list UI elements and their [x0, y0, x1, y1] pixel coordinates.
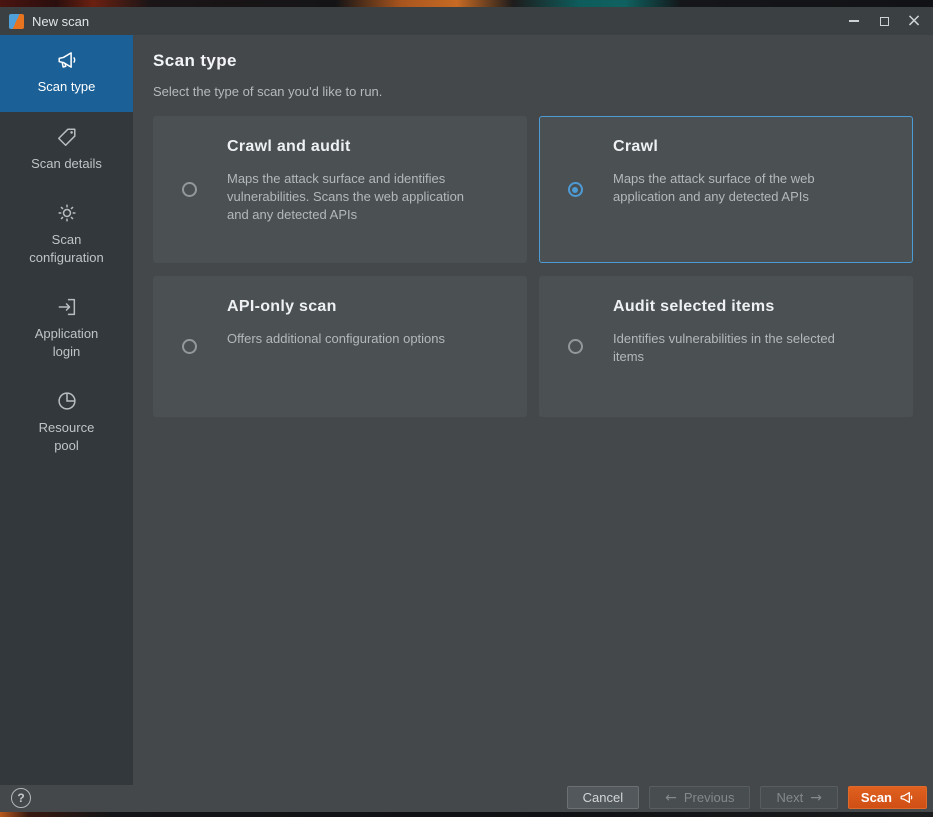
- previous-label: Previous: [684, 790, 735, 805]
- titlebar[interactable]: New scan ×: [0, 7, 933, 35]
- page-title: Scan type: [153, 51, 913, 71]
- sidebar: Scan type Scan details Scan configuratio…: [0, 35, 133, 785]
- sidebar-item-scan-type[interactable]: Scan type: [0, 35, 133, 112]
- option-card-audit-selected-items[interactable]: Audit selected items Identifies vulnerab…: [539, 276, 913, 417]
- option-card-crawl[interactable]: Crawl Maps the attack surface of the web…: [539, 116, 913, 263]
- login-icon: [56, 296, 78, 318]
- next-button[interactable]: Next →: [760, 786, 837, 809]
- sidebar-item-label: Scan configuration: [27, 231, 107, 266]
- radio-crawl[interactable]: [568, 182, 583, 197]
- minimize-icon: [849, 20, 859, 22]
- tag-icon: [56, 126, 78, 148]
- sidebar-item-label: Resource pool: [27, 419, 107, 454]
- window-controls: ×: [839, 8, 929, 34]
- radio-api-only-scan[interactable]: [182, 339, 197, 354]
- option-title: Crawl: [613, 138, 866, 156]
- cancel-button[interactable]: Cancel: [567, 786, 639, 809]
- scan-type-options: Crawl and audit Maps the attack surface …: [153, 116, 913, 417]
- cancel-label: Cancel: [583, 790, 623, 805]
- main-content: Scan type Select the type of scan you'd …: [133, 35, 933, 785]
- screen: New scan × Scan type: [0, 0, 933, 817]
- option-title: API-only scan: [227, 298, 480, 316]
- option-card-api-only-scan[interactable]: API-only scan Offers additional configur…: [153, 276, 527, 417]
- option-description: Identifies vulnerabilities in the select…: [613, 330, 866, 366]
- desktop-background-top: [0, 0, 933, 7]
- help-icon: ?: [17, 791, 24, 805]
- close-button[interactable]: ×: [899, 8, 929, 34]
- radio-column: [154, 277, 224, 416]
- footer-buttons: Cancel ← Previous Next → Scan: [567, 786, 927, 809]
- window-title: New scan: [32, 14, 89, 29]
- radio-column: [154, 117, 224, 262]
- sidebar-item-label: Application login: [27, 325, 107, 360]
- sidebar-item-label: Scan details: [31, 155, 102, 173]
- option-card-crawl-and-audit[interactable]: Crawl and audit Maps the attack surface …: [153, 116, 527, 263]
- minimize-button[interactable]: [839, 8, 869, 34]
- option-description: Offers additional configuration options: [227, 330, 480, 348]
- option-title: Crawl and audit: [227, 138, 480, 156]
- sidebar-item-label: Scan type: [38, 78, 96, 96]
- megaphone-icon: [899, 790, 914, 805]
- gear-icon: [56, 202, 78, 224]
- megaphone-icon: [56, 49, 78, 71]
- desktop-background-bottom: [0, 812, 933, 817]
- radio-column: [540, 117, 610, 262]
- new-scan-window: New scan × Scan type: [0, 7, 933, 812]
- previous-button[interactable]: ← Previous: [649, 786, 750, 809]
- scan-label: Scan: [861, 790, 892, 805]
- option-description: Maps the attack surface of the web appli…: [613, 170, 866, 206]
- radio-audit-selected-items[interactable]: [568, 339, 583, 354]
- sidebar-item-application-login[interactable]: Application login: [0, 282, 133, 376]
- arrow-left-icon: ←: [665, 791, 677, 805]
- footer-bar: ? Cancel ← Previous Next → Scan: [0, 785, 933, 812]
- radio-column: [540, 277, 610, 416]
- radio-crawl-and-audit[interactable]: [182, 182, 197, 197]
- sidebar-item-resource-pool[interactable]: Resource pool: [0, 376, 133, 470]
- option-title: Audit selected items: [613, 298, 866, 316]
- burp-suite-logo-icon: [9, 14, 24, 29]
- maximize-icon: [880, 17, 889, 26]
- arrow-right-icon: →: [810, 791, 822, 805]
- next-label: Next: [776, 790, 803, 805]
- page-subtitle: Select the type of scan you'd like to ru…: [153, 84, 913, 99]
- pie-chart-icon: [56, 390, 78, 412]
- close-icon: ×: [906, 12, 921, 30]
- help-button[interactable]: ?: [11, 788, 31, 808]
- sidebar-item-scan-configuration[interactable]: Scan configuration: [0, 188, 133, 282]
- option-description: Maps the attack surface and identifies v…: [227, 170, 480, 224]
- scan-button[interactable]: Scan: [848, 786, 927, 809]
- maximize-button[interactable]: [869, 8, 899, 34]
- sidebar-item-scan-details[interactable]: Scan details: [0, 112, 133, 189]
